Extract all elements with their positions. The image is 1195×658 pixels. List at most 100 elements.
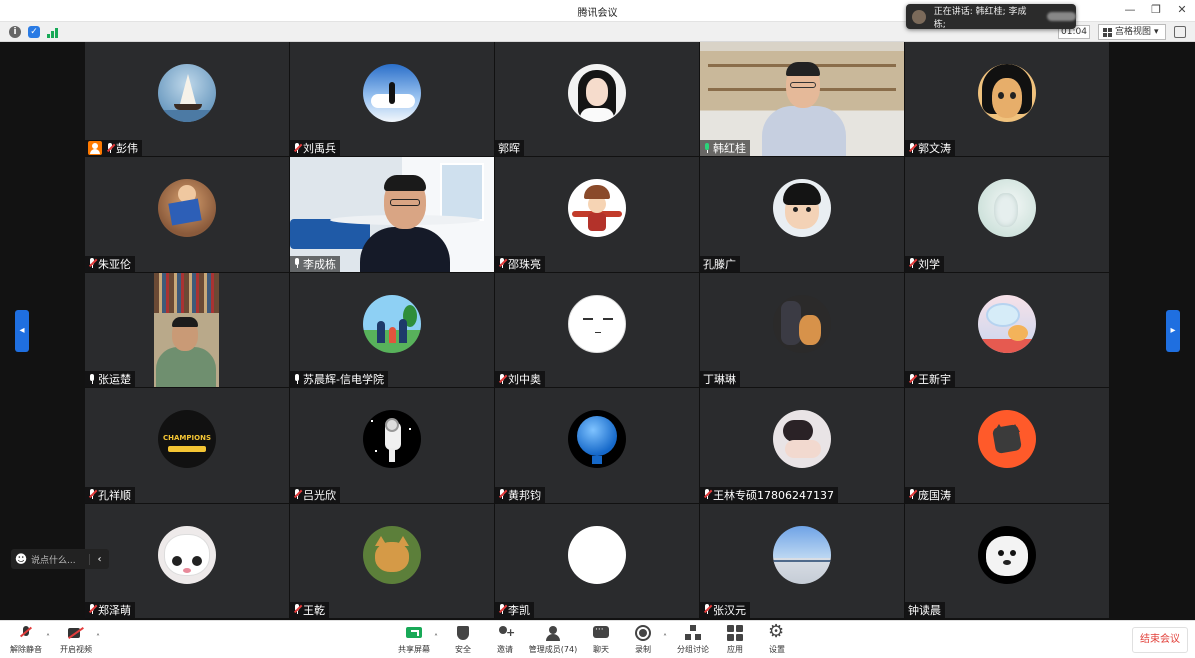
participant-tile[interactable]: 丁琳琳 (700, 272, 904, 388)
window-controls: — ❐ ✕ (1123, 3, 1189, 16)
participant-tile[interactable]: 王新宇 (905, 272, 1109, 388)
name-tag: 孔祥顺 (85, 486, 135, 503)
shield-icon (454, 625, 472, 641)
participant-tile[interactable]: 郑泽萌 (85, 503, 289, 618)
start-video-button[interactable]: 开启视频 (54, 625, 98, 657)
emoji-icon[interactable]: ☻ (11, 552, 31, 566)
participant-name: 刘学 (918, 257, 940, 271)
mic-muted-icon (498, 373, 508, 385)
bottom-toolbar: 解除静音 ˄ 开启视频 ˄ 共享屏幕 ˄ 安全 邀请 管理成员(74) 聊天 录… (0, 620, 1195, 658)
mic-muted-icon (498, 489, 508, 500)
avatar (363, 64, 421, 122)
participant-tile[interactable]: 庞国涛 (905, 388, 1109, 503)
speaking-label: 正在讲话: 韩红桂; 李成栋; (933, 6, 1027, 30)
settings-button[interactable]: 设置 (755, 622, 799, 657)
participant-tile[interactable]: 刘禹兵 (290, 42, 494, 157)
participant-tile[interactable]: 王乾 (290, 503, 494, 618)
speaker-avatar (912, 9, 926, 24)
name-tag: 郑泽萌 (85, 601, 135, 618)
participant-tile[interactable]: 郭晖 (495, 42, 699, 157)
security-button[interactable]: 安全 (441, 625, 485, 657)
invite-button[interactable]: 邀请 (483, 625, 527, 657)
participant-name: 黄邦钧 (508, 488, 541, 502)
participant-tile[interactable]: 刘中奥 (495, 272, 699, 388)
participant-name: 彭伟 (116, 142, 138, 156)
avatar (568, 294, 626, 353)
participant-tile[interactable]: 王林专硕17806247137 (700, 388, 904, 503)
blurred-name (1046, 12, 1077, 21)
breakout-button[interactable]: 分组讨论 (671, 625, 715, 657)
participant-tile[interactable]: 邵珠亮 (495, 157, 699, 272)
avatar (773, 410, 831, 469)
name-tag: 张汉元 (700, 601, 750, 618)
participant-tile[interactable]: 吕光欣 (290, 388, 494, 503)
participant-name: 刘中奥 (508, 373, 541, 387)
participant-name: 孔滕广 (703, 257, 736, 271)
participant-tile[interactable]: 李成栋 (290, 157, 494, 272)
chevron-up-icon[interactable]: ˄ (96, 633, 100, 642)
name-tag: 王林专硕17806247137 (700, 486, 838, 503)
participant-tile[interactable]: 李凯 (495, 503, 699, 618)
participant-name: 丁琳琳 (703, 373, 736, 387)
participant-tile[interactable]: 孔滕广 (700, 157, 904, 272)
sidebar-toggle-icon[interactable] (1174, 26, 1186, 38)
share-screen-button[interactable]: 共享屏幕 (392, 625, 436, 657)
avatar (773, 294, 831, 353)
mic-muted-icon (908, 142, 918, 154)
participant-name: 孔祥顺 (98, 488, 131, 502)
view-mode-button[interactable]: 宫格视图 ▾ (1098, 24, 1166, 40)
previous-page-button[interactable]: ◂ (15, 310, 29, 352)
chat-icon (592, 625, 610, 641)
next-page-button[interactable]: ▸ (1166, 310, 1180, 352)
participant-name: 李凯 (508, 603, 530, 617)
chevron-up-icon[interactable]: ˄ (434, 633, 438, 642)
chat-placeholder: 说点什么... (31, 555, 76, 566)
participant-tile[interactable]: 张汉元 (700, 503, 904, 618)
chat-input[interactable]: ☻ 说点什么... ‹ (11, 549, 109, 569)
chevron-up-icon[interactable]: ˄ (663, 633, 667, 642)
chevron-left-icon[interactable]: ‹ (89, 553, 109, 565)
avatar (363, 525, 421, 584)
participant-tile[interactable]: 郭文涛 (905, 42, 1109, 157)
name-tag: 孔滕广 (700, 255, 740, 272)
end-meeting-button[interactable]: 结束会议 (1132, 627, 1188, 653)
signal-icon[interactable] (47, 26, 59, 38)
avatar (978, 64, 1036, 122)
participant-tile[interactable]: 朱亚伦 (85, 157, 289, 272)
participant-video (290, 157, 494, 272)
avatar (158, 525, 216, 584)
participant-tile[interactable]: 苏晨辉-信电学院 (290, 272, 494, 388)
speaking-toast: 正在讲话: 韩红桂; 李成栋; (906, 4, 1077, 30)
info-icon[interactable]: i (9, 26, 21, 38)
apps-grid-icon (727, 625, 743, 641)
record-button[interactable]: 录制 (621, 625, 665, 657)
participant-name: 韩红桂 (713, 142, 746, 156)
chevron-up-icon[interactable]: ˄ (46, 633, 50, 642)
close-icon[interactable]: ✕ (1175, 3, 1189, 16)
shield-icon[interactable]: ✓ (28, 26, 40, 38)
participant-name: 李成栋 (303, 257, 336, 271)
manage-members-button[interactable]: 管理成员(74) (528, 625, 578, 657)
participant-tile[interactable]: 彭伟 (85, 42, 289, 157)
name-tag: 苏晨辉-信电学院 (290, 371, 388, 388)
mic-muted-icon (498, 604, 508, 615)
share-screen-icon (405, 625, 423, 641)
participant-tile[interactable]: 张运楚 (85, 272, 289, 388)
participant-tile[interactable]: 韩红桂 (700, 42, 904, 157)
mic-muted-icon (293, 604, 303, 615)
chat-button[interactable]: 聊天 (579, 625, 623, 657)
avatar (773, 525, 831, 584)
participant-tile[interactable]: 钟读晨 (905, 503, 1109, 618)
mic-muted-icon (293, 489, 303, 500)
apps-button[interactable]: 应用 (713, 625, 757, 657)
participant-tile[interactable]: 刘学 (905, 157, 1109, 272)
avatar (158, 64, 216, 122)
restore-icon[interactable]: ❐ (1149, 3, 1163, 16)
mic-muted-icon (17, 625, 35, 641)
participant-tile[interactable]: 黄邦钧 (495, 388, 699, 503)
unmute-button[interactable]: 解除静音 (4, 625, 48, 657)
participant-name: 庞国涛 (918, 488, 951, 502)
minimize-icon[interactable]: — (1123, 3, 1137, 16)
participant-tile[interactable]: CHAMPIONS 孔祥顺 (85, 388, 289, 503)
name-tag: 黄邦钧 (495, 486, 545, 503)
